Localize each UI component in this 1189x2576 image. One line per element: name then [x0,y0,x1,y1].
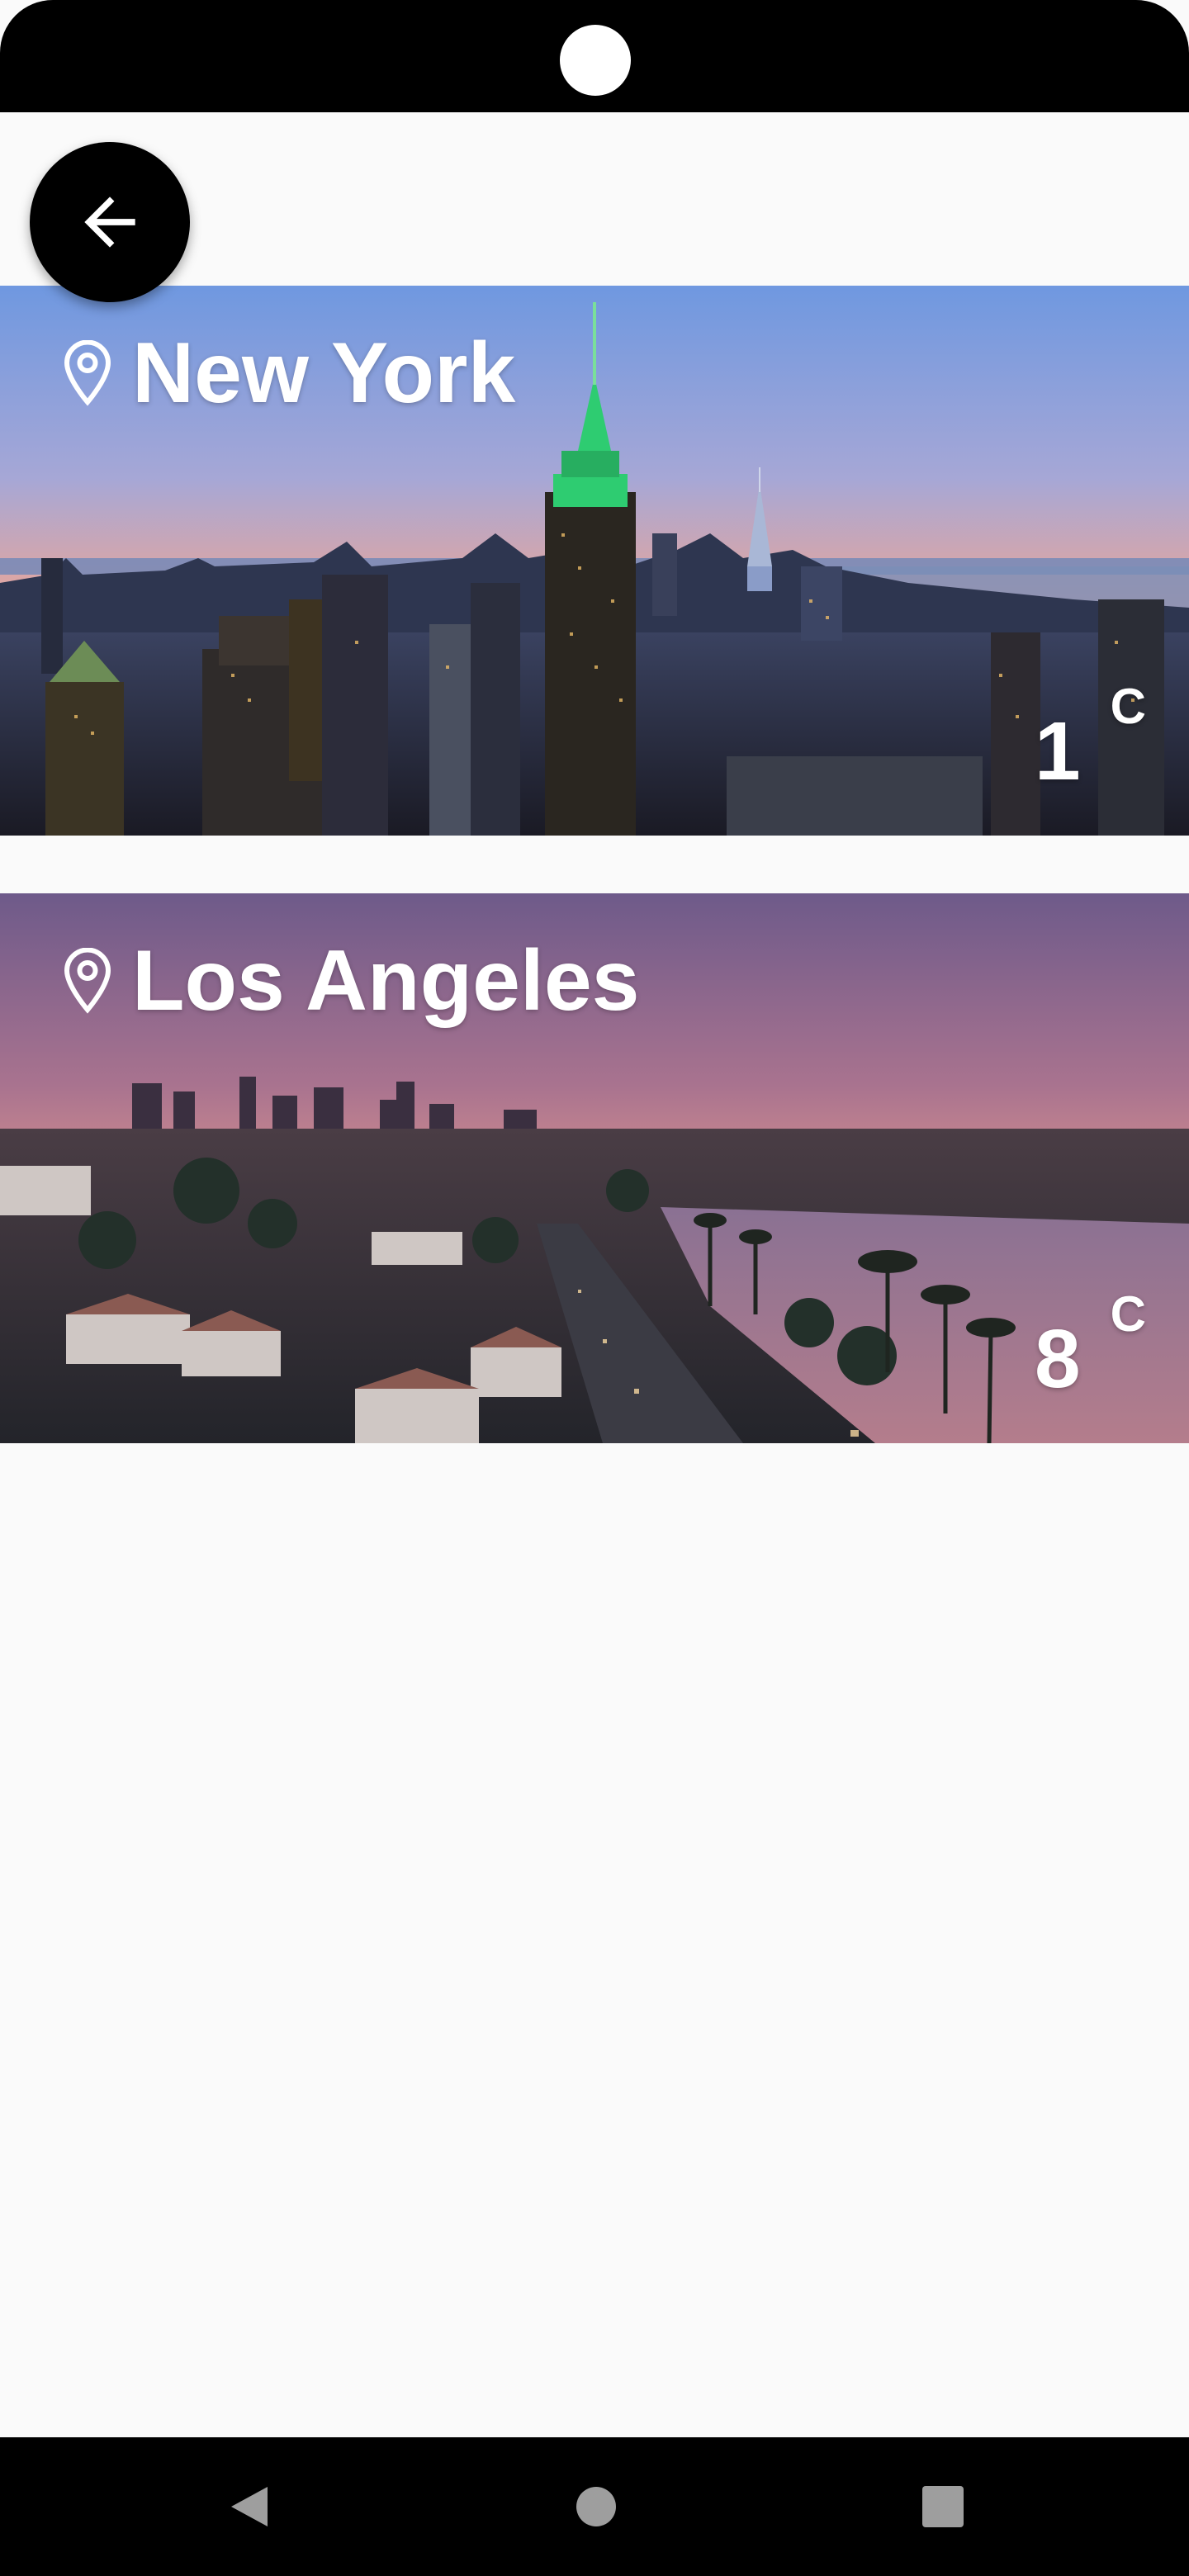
nav-home-button[interactable] [538,2437,654,2576]
city-card-los-angeles[interactable]: Los Angeles 8 C [0,893,1189,1443]
status-bar [0,0,1189,112]
city-name: Los Angeles [132,933,640,1029]
camera-cutout [560,25,631,96]
city-label: Los Angeles [63,938,640,1024]
temperature: 1 C [1035,682,1146,798]
temperature-unit: C [1110,679,1146,734]
navigation-bar [0,2437,1189,2576]
location-pin-icon [63,339,112,406]
city-card-new-york[interactable]: New York 1 C [0,286,1189,836]
temperature-value: 8 [1035,1313,1081,1405]
nav-back-button[interactable] [192,2437,307,2576]
recents-square-icon [922,2486,964,2527]
temperature: 8 C [1035,1290,1146,1405]
location-pin-icon [63,947,112,1014]
city-name: New York [132,325,516,421]
home-circle-icon [576,2487,616,2526]
temperature-unit: C [1110,1286,1146,1342]
nav-recents-button[interactable] [885,2437,1001,2576]
arrow-left-icon [84,197,135,248]
back-triangle-icon [231,2487,268,2526]
city-label: New York [63,330,515,416]
temperature-value: 1 [1035,705,1081,798]
back-button[interactable] [30,142,190,302]
screen: New York 1 C Los Angeles 8 C [0,0,1189,2576]
